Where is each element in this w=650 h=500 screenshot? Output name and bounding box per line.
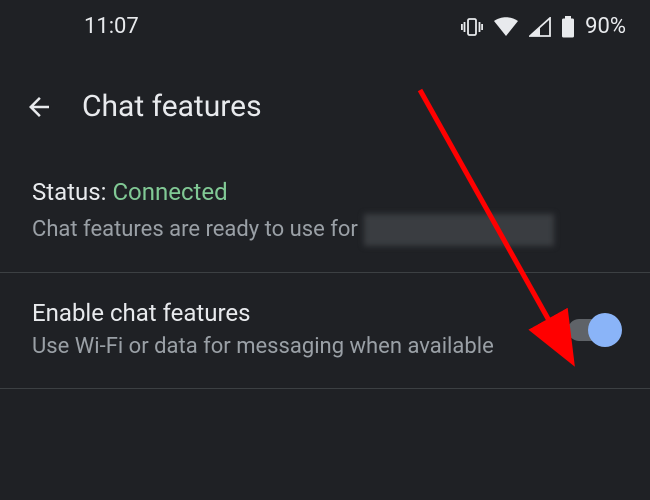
vibrate-icon — [461, 18, 483, 36]
toggle-thumb — [588, 313, 622, 347]
header: Chat features — [0, 49, 650, 154]
status-description: Chat features are ready to use for — [32, 214, 618, 246]
battery-icon — [561, 16, 575, 38]
signal-icon — [529, 17, 551, 37]
page-title: Chat features — [82, 89, 262, 124]
setting-description: Use Wi-Fi or data for messaging when ava… — [32, 333, 548, 362]
arrow-left-icon — [24, 92, 54, 122]
setting-text: Enable chat features Use Wi-Fi or data f… — [32, 299, 568, 362]
wifi-icon — [493, 17, 519, 37]
enable-chat-features-row[interactable]: Enable chat features Use Wi-Fi or data f… — [0, 273, 650, 389]
status-description-text: Chat features are ready to use for — [32, 215, 358, 245]
status-icons: 90% — [461, 14, 626, 39]
status-row: Status: Connected — [32, 178, 618, 206]
back-button[interactable] — [24, 92, 54, 122]
setting-title: Enable chat features — [32, 299, 548, 327]
enable-chat-features-toggle[interactable] — [568, 319, 618, 341]
status-value: Connected — [112, 178, 227, 206]
redacted-block — [364, 214, 554, 246]
status-label: Status: — [32, 178, 106, 206]
status-time: 11:07 — [24, 14, 139, 39]
status-bar: 11:07 9 — [0, 0, 650, 49]
battery-percent: 90% — [585, 14, 626, 39]
status-section: Status: Connected Chat features are read… — [0, 154, 650, 273]
